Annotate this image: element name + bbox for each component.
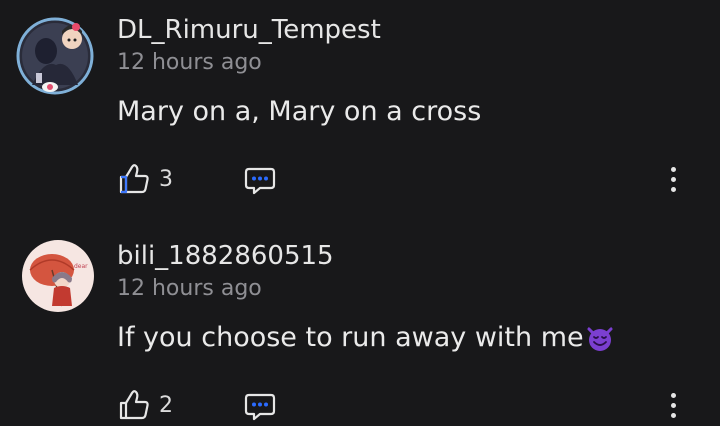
user-avatar[interactable]: dear bbox=[22, 240, 94, 312]
more-options-button[interactable] bbox=[661, 387, 685, 423]
dot-icon bbox=[670, 412, 676, 418]
dot-icon bbox=[670, 392, 676, 398]
anime-avatar-icon bbox=[16, 17, 94, 95]
anime-avatar-icon: dear bbox=[22, 240, 94, 312]
comment-username[interactable]: bili_1882860515 bbox=[117, 241, 334, 271]
smiling-devil-emoji-icon bbox=[585, 323, 615, 353]
like-count: 2 bbox=[159, 392, 173, 418]
dot-icon bbox=[670, 186, 676, 192]
thumbs-up-icon bbox=[119, 390, 149, 420]
chat-bubble-icon bbox=[244, 393, 276, 421]
comment-text: Mary on a, Mary on a cross bbox=[117, 96, 481, 127]
comment-timestamp: 12 hours ago bbox=[117, 276, 262, 301]
dot-icon bbox=[670, 166, 676, 172]
dot-icon bbox=[670, 402, 676, 408]
comment-username[interactable]: DL_Rimuru_Tempest bbox=[117, 15, 381, 45]
chat-bubble-icon bbox=[244, 167, 276, 195]
comment-actions: 2 bbox=[117, 387, 697, 423]
comment-actions: 3 bbox=[117, 161, 697, 197]
like-button[interactable]: 2 bbox=[117, 387, 173, 423]
more-options-button[interactable] bbox=[661, 161, 685, 197]
comment-timestamp: 12 hours ago bbox=[117, 50, 262, 75]
reply-button[interactable] bbox=[243, 162, 277, 196]
comment-text-content: Mary on a, Mary on a cross bbox=[117, 96, 482, 127]
like-button[interactable]: 3 bbox=[117, 161, 173, 197]
svg-text:dear: dear bbox=[74, 263, 88, 270]
like-count: 3 bbox=[159, 166, 173, 192]
user-avatar[interactable] bbox=[14, 15, 100, 95]
dot-icon bbox=[670, 176, 676, 182]
comment-text: If you choose to run away with me bbox=[117, 322, 615, 353]
comment-text-content: If you choose to run away with me bbox=[117, 322, 584, 353]
reply-button[interactable] bbox=[243, 388, 277, 422]
thumbs-up-icon bbox=[119, 164, 149, 194]
